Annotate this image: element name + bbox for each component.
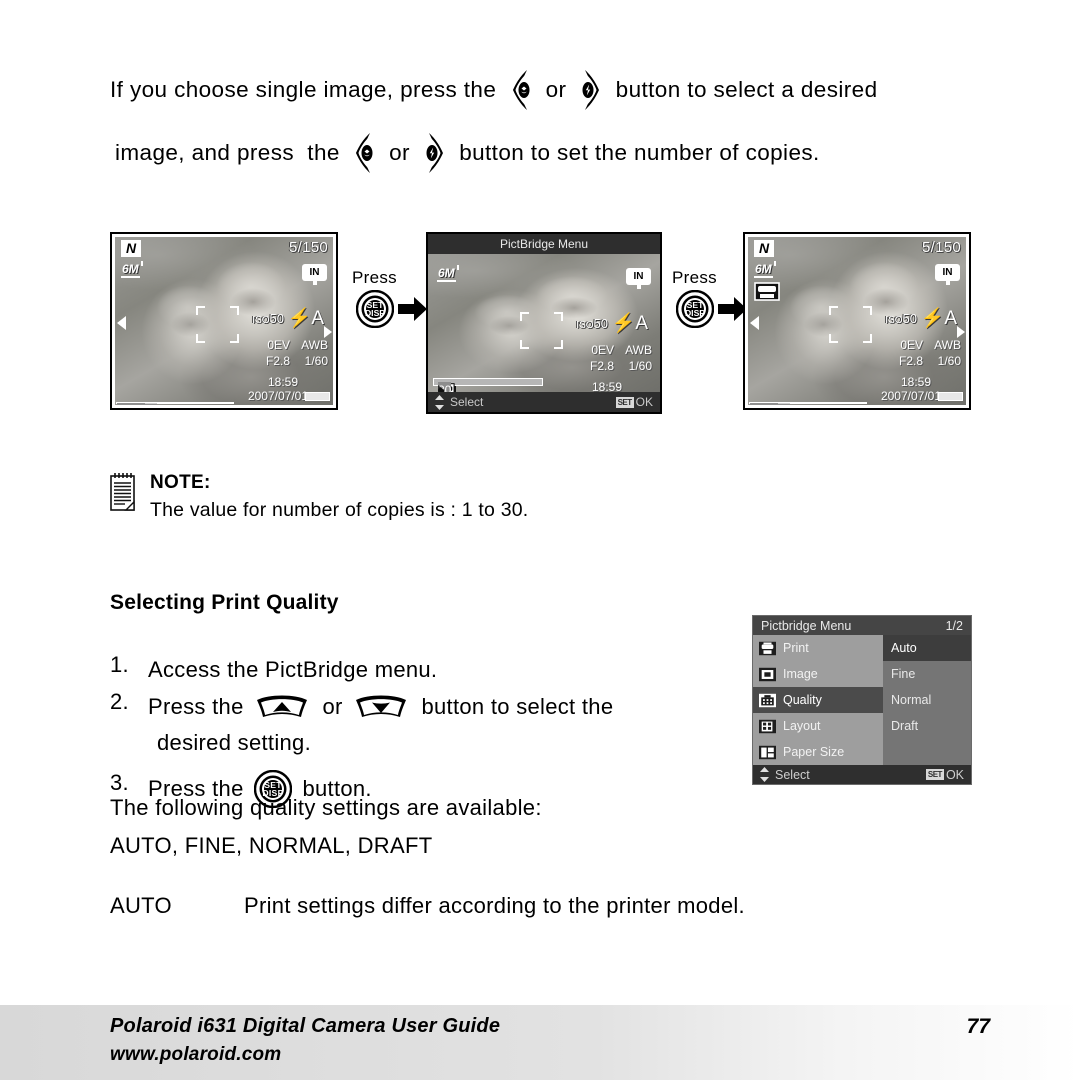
footer-title: Polaroid i631 Digital Camera User Guide: [110, 1015, 501, 1037]
step-2-text-b: or: [316, 694, 350, 719]
menu-item-paper-size-label: Paper Size: [783, 745, 845, 759]
intro-text-2a: image, and press the: [115, 140, 347, 165]
quality-icon: [759, 693, 776, 707]
menu-item-paper-size[interactable]: Paper Size: [753, 739, 883, 765]
step-2-text: Press the or button to select the: [148, 689, 613, 725]
auto-definition: Print settings differ according to the p…: [244, 893, 745, 918]
menu-item-layout-label: Layout: [783, 719, 821, 733]
auto-description-row: AUTO Print settings differ according to …: [110, 893, 745, 919]
page-number: 77: [966, 1015, 990, 1038]
menu-item-quality-label: Quality: [783, 693, 822, 707]
screen-bezel-2: [428, 234, 660, 412]
menu-panel-header: Pictbridge Menu 1/2: [753, 616, 971, 635]
document-page: If you choose single image, press the or: [0, 0, 1080, 1080]
menu-option-fine[interactable]: Fine: [883, 661, 971, 687]
step-1: 1. Access the PictBridge menu.: [110, 652, 750, 688]
footer-website: www.polaroid.com: [110, 1044, 282, 1065]
press-annotation-2: Press SET DISP: [672, 268, 748, 328]
menu-options-column: Auto Fine Normal Draft: [883, 635, 971, 765]
macro-left-button-icon-2: [351, 131, 377, 175]
flash-right-button-icon-2: [422, 131, 448, 175]
page-footer-inner: Polaroid i631 Digital Camera User Guide …: [110, 1005, 990, 1080]
right-arrow-annotation-1: [398, 295, 428, 323]
screen-bezel-1: [112, 234, 336, 408]
svg-text:DISP: DISP: [685, 308, 705, 318]
notepad-icon: [110, 472, 136, 512]
macro-left-button-icon: [508, 68, 534, 112]
intro-text-2c: button to set the number of copies.: [452, 140, 820, 165]
menu-item-layout[interactable]: Layout: [753, 713, 883, 739]
set-disp-button-icon-2: SET DISP: [676, 290, 714, 328]
down-button-icon: [354, 694, 408, 720]
menu-item-print-label: Print: [783, 641, 809, 655]
quality-settings-list: AUTO, FINE, NORMAL, DRAFT: [110, 833, 433, 858]
camera-screen-2: 6M IN ISO50 ⚡A 0EV AWB F2.8 1/60 18:59 3…: [426, 232, 662, 414]
flash-right-button-icon: [578, 68, 604, 112]
press-row-2: SET DISP: [672, 290, 748, 328]
menu-option-auto[interactable]: Auto: [883, 635, 971, 661]
note-body: NOTE: The value for number of copies is …: [150, 472, 528, 522]
page-footer: Polaroid i631 Digital Camera User Guide …: [0, 1005, 1080, 1080]
step-2-text-c: button to select the: [415, 694, 614, 719]
image-icon: [759, 667, 776, 681]
paper-size-icon: [759, 745, 776, 759]
menu-footer-select-label: Select: [775, 767, 810, 782]
svg-text:DISP: DISP: [365, 308, 385, 318]
intro-text-1b: or: [538, 77, 574, 102]
steps-list: 1. Access the PictBridge menu. 2. Press …: [110, 652, 750, 809]
layout-icon: [759, 719, 776, 733]
note-text: The value for number of copies is : 1 to…: [150, 499, 529, 521]
set-disp-button-icon-1: SET DISP: [356, 290, 394, 328]
intro-text-1a: If you choose single image, press the: [110, 77, 503, 102]
intro-paragraph: If you choose single image, press the or: [110, 58, 990, 184]
step-2: 2. Press the or button to select the: [110, 689, 750, 725]
step-2-text-a: Press the: [148, 694, 251, 719]
menu-item-image[interactable]: Image: [753, 661, 883, 687]
up-down-arrows-icon: [760, 767, 769, 782]
press-row-1: SET DISP: [352, 290, 428, 328]
intro-text-2b: or: [382, 140, 417, 165]
quality-settings-intro: The following quality settings are avail…: [110, 795, 542, 820]
menu-panel-page: 1/2: [945, 618, 963, 633]
intro-line-1: If you choose single image, press the or: [110, 58, 990, 121]
intro-line-2: image, and press the or button to set th…: [110, 121, 990, 184]
menu-option-draft[interactable]: Draft: [883, 713, 971, 739]
auto-term: AUTO: [110, 893, 172, 918]
pictbridge-menu-panel: Pictbridge Menu 1/2 Print Image Quality …: [752, 615, 972, 785]
menu-option-normal[interactable]: Normal: [883, 687, 971, 713]
menu-panel-title: Pictbridge Menu: [761, 618, 852, 633]
set-badge-panel: SET: [925, 769, 944, 780]
menu-item-quality[interactable]: Quality: [753, 687, 883, 713]
intro-text-1c: button to select a desired: [609, 77, 878, 102]
step-2-continuation: desired setting.: [157, 730, 311, 755]
screen-bezel-3: [745, 234, 969, 408]
step-1-text: Access the PictBridge menu.: [148, 657, 438, 682]
printer-icon: [759, 641, 776, 655]
section-heading: Selecting Print Quality: [110, 591, 339, 614]
step-1-number: 1.: [110, 652, 129, 677]
menu-items-column: Print Image Quality Layout Paper Size: [753, 635, 883, 765]
trailing-text: The following quality settings are avail…: [110, 790, 870, 866]
menu-footer-ok: SET OK: [925, 767, 964, 782]
press-label-1: Press: [352, 268, 397, 287]
step-2-number: 2.: [110, 689, 129, 714]
menu-item-print[interactable]: Print: [753, 635, 883, 661]
press-annotation-1: Press SET DISP: [352, 268, 428, 328]
menu-footer-select: Select: [760, 767, 810, 782]
note-block: NOTE: The value for number of copies is …: [110, 472, 710, 522]
press-label-2: Press: [672, 268, 717, 287]
camera-screen-3: N 5/150 6M IN ISO50 ⚡A 0EV AWB F2.8 1/60…: [743, 232, 971, 410]
menu-panel-body: Print Image Quality Layout Paper Size Au…: [753, 635, 971, 765]
menu-footer-ok-label: OK: [945, 767, 964, 782]
camera-screen-1: N 5/150 6M IN ISO50 ⚡A 0EV AWB F2.8 1/60…: [110, 232, 338, 410]
note-title: NOTE:: [150, 472, 211, 493]
menu-panel-footer: Select SET OK: [753, 765, 971, 784]
menu-item-image-label: Image: [783, 667, 818, 681]
up-button-icon: [255, 694, 309, 720]
